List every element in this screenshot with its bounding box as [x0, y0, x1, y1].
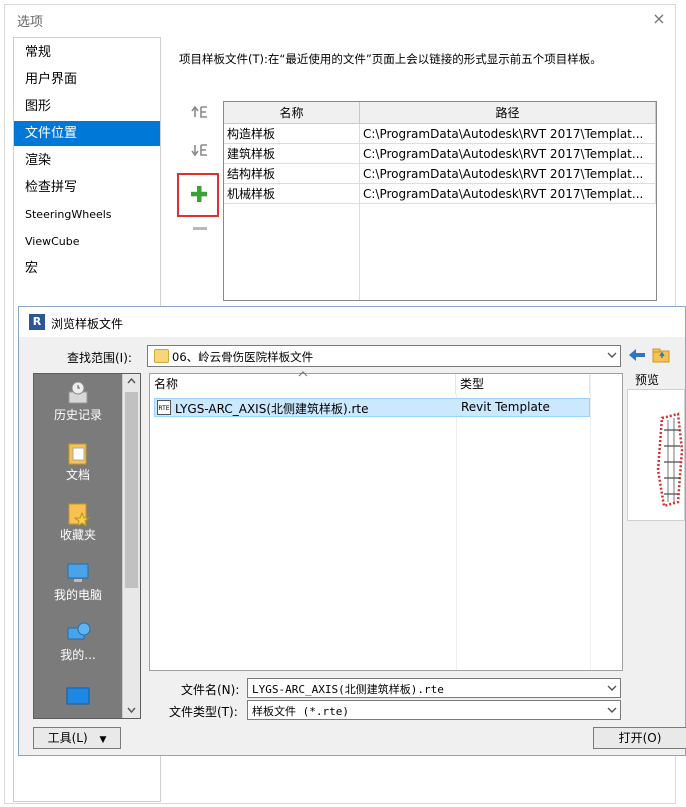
- template-name: 建筑样板: [224, 144, 360, 164]
- desktop-icon: [66, 687, 90, 705]
- rte-file-icon: RTE: [157, 400, 171, 415]
- table-row[interactable]: 建筑样板 C:\ProgramData\Autodesk\RVT 2017\Te…: [224, 144, 656, 164]
- nav-item-graphics[interactable]: 图形: [14, 94, 160, 119]
- place-label: 历史记录: [53, 408, 102, 422]
- nav-item-macros[interactable]: 宏: [14, 256, 160, 281]
- place-network[interactable]: 我的...: [34, 620, 122, 663]
- template-name: 机械样板: [224, 184, 360, 204]
- folder-icon: [154, 349, 169, 363]
- dialog-title: 选项: [17, 15, 44, 30]
- add-template-highlight: [177, 173, 219, 217]
- tools-label: 工具(L): [47, 731, 88, 745]
- file-type: Revit Template: [461, 400, 550, 414]
- column-header-type[interactable]: 类型: [456, 374, 590, 394]
- project-templates-table: 名称 路径 构造样板 C:\ProgramData\Autodesk\RVT 2…: [223, 101, 657, 301]
- file-row-selected[interactable]: RTE LYGS-ARC_AXIS(北侧建筑样板).rte Revit Temp…: [154, 398, 590, 417]
- places-scrollbar[interactable]: [122, 374, 140, 718]
- place-history[interactable]: 历史记录: [34, 380, 122, 423]
- look-in-value: 06、岭云骨伤医院样板文件: [172, 350, 314, 364]
- column-header-path[interactable]: 路径: [360, 102, 656, 124]
- chevron-down-icon[interactable]: [606, 349, 618, 364]
- tools-button[interactable]: 工具(L) ▼: [33, 727, 121, 749]
- open-button[interactable]: 打开(O): [593, 727, 686, 749]
- filetype-value: 样板文件 (*.rte): [252, 705, 349, 718]
- browse-dialog-title: 浏览样板文件: [51, 317, 124, 331]
- back-arrow-icon[interactable]: [627, 345, 647, 365]
- place-desktop[interactable]: [34, 684, 122, 710]
- revit-app-icon: R: [29, 314, 45, 330]
- place-my-computer[interactable]: 我的电脑: [34, 560, 122, 603]
- places-bar: 历史记录 文档 收藏夹 我的电脑 我的...: [33, 373, 141, 719]
- nav-item-steeringwheels[interactable]: SteeringWheels: [14, 202, 160, 227]
- chevron-down-icon[interactable]: [606, 704, 618, 719]
- add-icon[interactable]: [189, 183, 209, 205]
- template-path: C:\ProgramData\Autodesk\RVT 2017\Templat…: [360, 184, 656, 204]
- column-divider: [359, 124, 360, 300]
- filename-label: 文件名(N):: [181, 683, 240, 697]
- sort-up-icon: [298, 370, 308, 381]
- remove-icon[interactable]: [189, 217, 211, 239]
- scroll-down-icon[interactable]: [126, 704, 137, 718]
- look-in-dropdown[interactable]: 06、岭云骨伤医院样板文件: [147, 345, 621, 367]
- column-header-name[interactable]: 名称: [224, 102, 360, 124]
- nav-item-spelling[interactable]: 检查拼写: [14, 175, 160, 200]
- template-name: 构造样板: [224, 124, 360, 144]
- place-favorites[interactable]: 收藏夹: [34, 500, 122, 543]
- place-label: 文档: [65, 468, 90, 482]
- network-icon: [67, 622, 91, 640]
- up-folder-icon[interactable]: [651, 345, 671, 365]
- close-icon[interactable]: ×: [649, 9, 669, 29]
- file-list: 名称 类型 RTE LYGS-ARC_AXIS(北侧建筑样板).rte Revi…: [149, 370, 623, 671]
- history-icon: [68, 381, 88, 404]
- nav-item-file-locations[interactable]: 文件位置: [14, 121, 160, 146]
- scroll-thumb[interactable]: [125, 392, 138, 588]
- computer-icon: [67, 563, 89, 582]
- project-templates-description: 项目样板文件(T):在“最近使用的文件”页面上会以链接的形式显示前五个项目样板。: [179, 52, 602, 66]
- column-divider: [456, 394, 457, 670]
- chevron-down-icon[interactable]: [606, 682, 618, 697]
- nav-item-general[interactable]: 常规: [14, 40, 160, 65]
- nav-item-user-interface[interactable]: 用户界面: [14, 67, 160, 92]
- documents-icon: [68, 443, 87, 465]
- template-path: C:\ProgramData\Autodesk\RVT 2017\Templat…: [360, 144, 656, 164]
- filetype-select[interactable]: 样板文件 (*.rte): [247, 700, 621, 720]
- preview-image: [627, 389, 685, 521]
- nav-item-rendering[interactable]: 渲染: [14, 148, 160, 173]
- column-divider: [590, 374, 591, 670]
- move-down-icon[interactable]: [189, 139, 211, 161]
- preview-label: 预览: [635, 373, 660, 387]
- template-path: C:\ProgramData\Autodesk\RVT 2017\Templat…: [360, 164, 656, 184]
- move-up-icon[interactable]: [189, 101, 211, 123]
- favorites-icon: [68, 503, 91, 526]
- scroll-up-icon[interactable]: [126, 376, 137, 390]
- table-row[interactable]: 机械样板 C:\ProgramData\Autodesk\RVT 2017\Te…: [224, 184, 656, 204]
- place-label: 我的电脑: [53, 588, 102, 602]
- nav-item-viewcube[interactable]: ViewCube: [14, 229, 160, 254]
- look-in-label: 查找范围(I):: [67, 351, 132, 365]
- file-name: LYGS-ARC_AXIS(北侧建筑样板).rte: [175, 402, 369, 416]
- table-row[interactable]: 构造样板 C:\ProgramData\Autodesk\RVT 2017\Te…: [224, 124, 656, 144]
- template-path: C:\ProgramData\Autodesk\RVT 2017\Templat…: [360, 124, 656, 144]
- filename-input[interactable]: LYGS-ARC_AXIS(北侧建筑样板).rte: [247, 678, 621, 698]
- filetype-label: 文件类型(T):: [169, 705, 238, 719]
- place-label: 收藏夹: [59, 528, 96, 542]
- dropdown-arrow-icon: ▼: [99, 735, 107, 745]
- table-row[interactable]: 结构样板 C:\ProgramData\Autodesk\RVT 2017\Te…: [224, 164, 656, 184]
- browse-template-dialog: R 浏览样板文件 查找范围(I): 06、岭云骨伤医院样板文件 历史记录 文档 …: [18, 306, 686, 756]
- template-name: 结构样板: [224, 164, 360, 184]
- filename-value: LYGS-ARC_AXIS(北侧建筑样板).rte: [252, 683, 444, 696]
- browse-titlebar[interactable]: R 浏览样板文件: [19, 307, 685, 337]
- place-label: 我的...: [60, 648, 96, 662]
- place-documents[interactable]: 文档: [34, 440, 122, 483]
